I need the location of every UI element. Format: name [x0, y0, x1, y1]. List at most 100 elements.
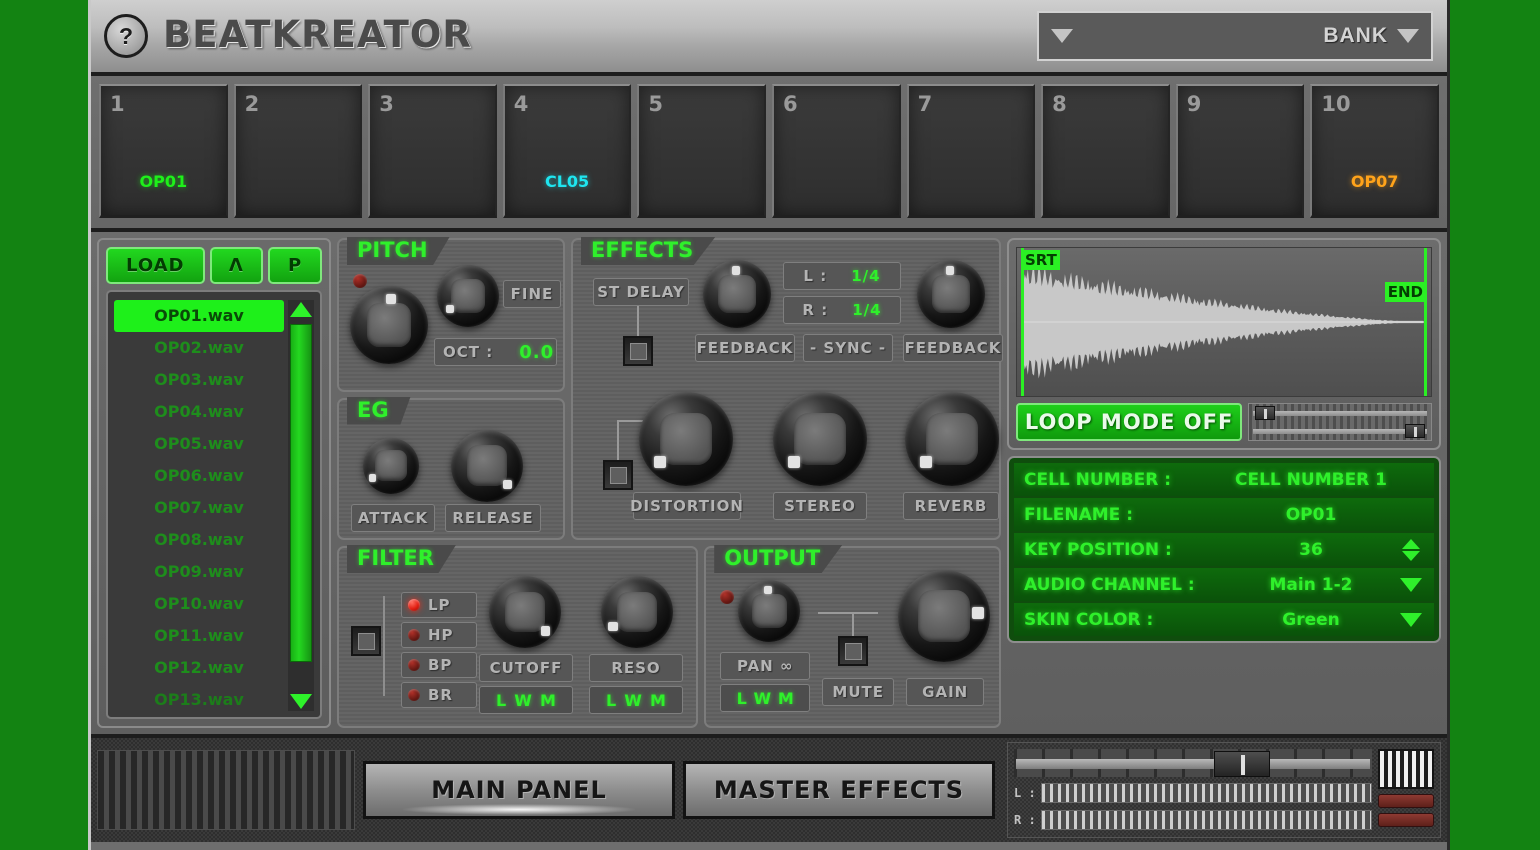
cutoff-w[interactable]: W — [514, 691, 532, 710]
stereo-label: STEREO — [773, 492, 867, 520]
pad-1[interactable]: 1OP01 — [99, 84, 228, 218]
eg-title: EG — [347, 397, 411, 425]
pan-l[interactable]: L — [737, 689, 747, 708]
list-item[interactable]: OP13.wav — [114, 684, 284, 716]
param-row[interactable]: KEY POSITION :36 — [1014, 533, 1434, 566]
reso-knob[interactable] — [601, 576, 673, 648]
reso-lwm-buttons[interactable]: L W M — [589, 686, 683, 714]
param-row[interactable]: AUDIO CHANNEL :Main 1-2 — [1014, 568, 1434, 601]
effects-bypass-checkbox[interactable] — [603, 460, 633, 490]
start-marker-line[interactable] — [1021, 248, 1024, 396]
list-item[interactable]: OP01.wav — [114, 300, 284, 332]
list-item[interactable]: OP07.wav — [114, 492, 284, 524]
pan-knob[interactable] — [738, 580, 800, 642]
waveform-display[interactable]: SRT END — [1016, 247, 1432, 397]
help-icon[interactable]: ? — [104, 14, 148, 58]
cutoff-m[interactable]: M — [540, 691, 556, 710]
filter-mode-br[interactable]: BR — [401, 682, 477, 708]
master-volume-slider[interactable] — [1014, 749, 1372, 777]
list-item[interactable]: OP04.wav — [114, 396, 284, 428]
pad-8[interactable]: 8 — [1041, 84, 1170, 218]
pitch-knob[interactable] — [350, 286, 428, 364]
loop-start-slider[interactable] — [1251, 406, 1429, 420]
pad-6[interactable]: 6 — [772, 84, 901, 218]
reso-w[interactable]: W — [624, 691, 642, 710]
pan-lwm-buttons[interactable]: L W M — [720, 684, 810, 712]
scrollbar-thumb[interactable] — [290, 324, 312, 662]
header-bar: ? BEATKREATOR BANK — [91, 0, 1447, 76]
master-effects-button[interactable]: MASTER EFFECTS — [683, 761, 995, 819]
filter-mode-lp[interactable]: LP — [401, 592, 477, 618]
st-delay-checkbox[interactable] — [623, 336, 653, 366]
delay-left-knob[interactable] — [703, 260, 771, 328]
cutoff-l[interactable]: L — [496, 691, 506, 710]
pad-9[interactable]: 9 — [1176, 84, 1305, 218]
chevron-down-icon[interactable] — [1398, 578, 1424, 592]
pad-5[interactable]: 5 — [637, 84, 766, 218]
list-item[interactable]: OP05.wav — [114, 428, 284, 460]
end-marker-line[interactable] — [1424, 248, 1427, 396]
pad-7[interactable]: 7 — [907, 84, 1036, 218]
param-row[interactable]: SKIN COLOR :Green — [1014, 603, 1434, 636]
mute-checkbox[interactable] — [838, 636, 868, 666]
pitch-fine-knob[interactable] — [437, 265, 499, 327]
scroll-down-icon[interactable] — [290, 694, 312, 709]
load-button[interactable]: LOAD — [106, 247, 205, 284]
param-row[interactable]: FILENAME :OP01 — [1014, 498, 1434, 531]
distortion-knob[interactable] — [639, 392, 733, 486]
filter-mode-bp[interactable]: BP — [401, 652, 477, 678]
list-item[interactable]: OP06.wav — [114, 460, 284, 492]
loop-mode-button[interactable]: LOOP MODE OFF — [1016, 403, 1242, 441]
parameter-list: CELL NUMBER :CELL NUMBER 1FILENAME :OP01… — [1007, 456, 1441, 643]
output-module: OUTPUT PAN ∞ L W M MUTE — [704, 546, 1001, 728]
spinner-icon[interactable] — [1398, 539, 1424, 561]
filter-mode-hp[interactable]: HP — [401, 622, 477, 648]
cutoff-lwm-buttons[interactable]: L W M — [479, 686, 573, 714]
reso-m[interactable]: M — [650, 691, 666, 710]
list-item[interactable]: OP02.wav — [114, 332, 284, 364]
pad-2[interactable]: 2 — [234, 84, 363, 218]
list-item[interactable]: OP12.wav — [114, 652, 284, 684]
file-list-scrollbar[interactable] — [288, 300, 314, 711]
chevron-down-icon[interactable] — [1398, 613, 1424, 627]
reso-l[interactable]: L — [606, 691, 616, 710]
loop-end-slider[interactable] — [1251, 424, 1429, 438]
pan-w[interactable]: W — [754, 689, 772, 708]
chevron-down-icon[interactable] — [1397, 29, 1419, 43]
list-item[interactable]: OP09.wav — [114, 556, 284, 588]
pad-4[interactable]: 4CL05 — [503, 84, 632, 218]
chevron-down-icon[interactable] — [1051, 29, 1073, 43]
attack-knob[interactable] — [363, 438, 419, 494]
reverb-knob[interactable] — [905, 392, 999, 486]
param-value: 36 — [1224, 540, 1398, 560]
main-panel-button[interactable]: MAIN PANEL — [363, 761, 675, 819]
list-item[interactable]: OP10.wav — [114, 588, 284, 620]
cutoff-knob[interactable] — [489, 576, 561, 648]
master-volume-thumb[interactable] — [1214, 751, 1270, 777]
gain-knob[interactable] — [898, 570, 990, 662]
pad-3[interactable]: 3 — [368, 84, 497, 218]
distortion-label: DISTORTION — [633, 492, 741, 520]
list-item[interactable]: OP08.wav — [114, 524, 284, 556]
pad-sample-name: OP01 — [101, 172, 226, 191]
list-item[interactable]: OP03.wav — [114, 364, 284, 396]
filter-led-br — [408, 689, 420, 701]
list-item[interactable]: OP11.wav — [114, 620, 284, 652]
delay-right-knob[interactable] — [917, 260, 985, 328]
scroll-up-icon[interactable] — [290, 302, 312, 317]
filter-bypass-checkbox[interactable] — [351, 626, 381, 656]
stereo-knob[interactable] — [773, 392, 867, 486]
pad-10[interactable]: 10OP07 — [1310, 84, 1439, 218]
end-marker-tag[interactable]: END — [1385, 282, 1426, 302]
bank-selector[interactable]: BANK — [1037, 11, 1433, 61]
browser-up-button[interactable]: Λ — [210, 247, 264, 284]
pad-number: 6 — [783, 92, 798, 116]
start-marker-tag[interactable]: SRT — [1022, 250, 1060, 270]
release-knob[interactable] — [451, 430, 523, 502]
clip-led-right — [1378, 813, 1434, 827]
delay-l-row: L : 1/4 — [783, 262, 901, 290]
pan-m[interactable]: M — [778, 689, 794, 708]
param-row[interactable]: CELL NUMBER :CELL NUMBER 1 — [1014, 463, 1434, 496]
browser-preview-button[interactable]: P — [268, 247, 322, 284]
effects-title: EFFECTS — [581, 237, 715, 265]
